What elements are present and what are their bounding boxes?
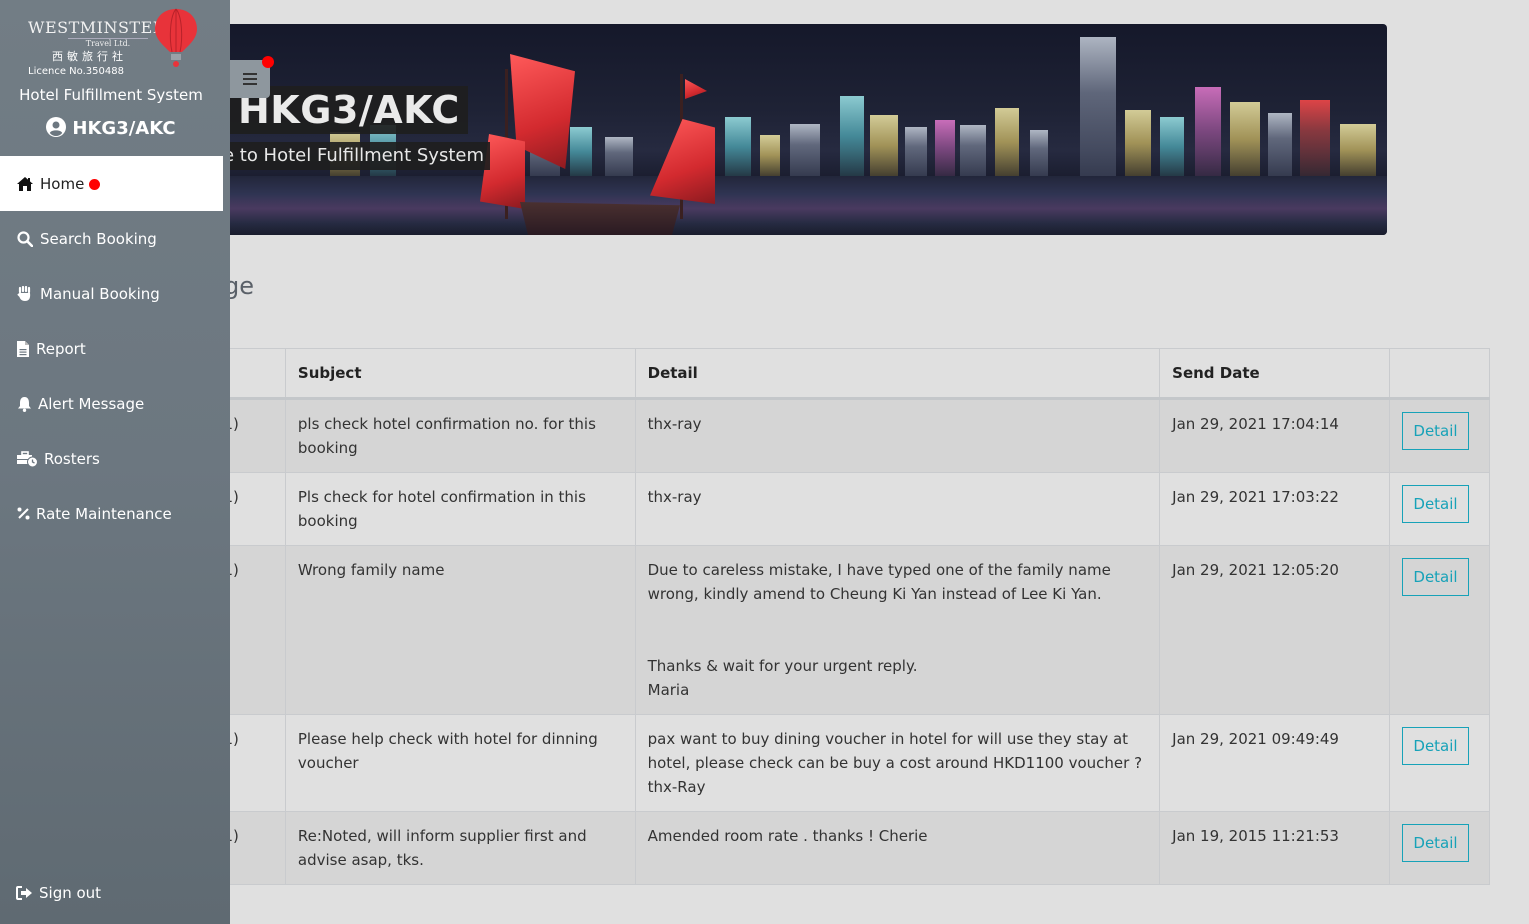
user-circle-icon xyxy=(46,117,67,137)
column-header-action xyxy=(1388,348,1491,400)
sidebar-item-search-booking[interactable]: Search Booking xyxy=(0,211,230,266)
detail-button[interactable]: Detail xyxy=(1401,558,1469,596)
sidebar-nav: Home Search Booking Manual Booking Repor… xyxy=(0,156,230,541)
cell-action: Detail xyxy=(1388,398,1491,473)
sign-out-icon xyxy=(16,886,33,900)
sign-out-label: Sign out xyxy=(39,884,102,902)
sidebar: WESTMINSTER Travel Ltd. 西敏旅行社 Licence No… xyxy=(0,0,230,924)
cell-detail: thx-ray xyxy=(634,472,1161,546)
cell-subject: Re:Noted, will inform supplier first and… xyxy=(284,811,636,885)
column-header-send-date: Send Date xyxy=(1159,348,1390,400)
cell-subject: Please help check with hotel for dinning… xyxy=(284,714,636,812)
sidebar-item-label: Rosters xyxy=(44,449,100,468)
system-name: Hotel Fulfillment System xyxy=(19,86,203,104)
cell-subject: Wrong family name xyxy=(284,545,636,715)
banner-subtitle: ome to Hotel Fulfillment System xyxy=(230,142,490,170)
cell-detail: pax want to buy dining voucher in hotel … xyxy=(634,714,1161,812)
cell-send-date: Jan 29, 2021 17:04:14 xyxy=(1159,398,1390,473)
table-row: 1) Wrong family name Due to careless mis… xyxy=(120,545,1491,715)
column-header-subject: Subject xyxy=(284,348,636,400)
cell-send-date: Jan 19, 2015 11:21:53 xyxy=(1159,811,1390,885)
table-row: 1) Please help check with hotel for dinn… xyxy=(120,714,1491,812)
cell-action: Detail xyxy=(1388,714,1491,812)
sidebar-item-label: Search Booking xyxy=(40,229,157,248)
search-icon xyxy=(16,230,34,248)
cell-detail: thx-ray xyxy=(634,398,1161,473)
cell-send-date: Jan 29, 2021 12:05:20 xyxy=(1159,545,1390,715)
percent-icon xyxy=(16,505,30,523)
sidebar-item-label: Report xyxy=(36,339,86,358)
cell-subject: Pls check for hotel confirmation in this… xyxy=(284,472,636,546)
cell-detail: Amended room rate . thanks ! Cherie xyxy=(634,811,1161,885)
sidebar-item-label: Alert Message xyxy=(38,394,145,413)
column-header-detail: Detail xyxy=(634,348,1161,400)
banner-water xyxy=(150,175,1387,235)
logo-subtitle: Travel Ltd. xyxy=(68,38,148,48)
table-row: 1) Pls check for hotel confirmation in t… xyxy=(120,472,1491,546)
cell-send-date: Jan 29, 2021 09:49:49 xyxy=(1159,714,1390,812)
sidebar-item-rate-maintenance[interactable]: Rate Maintenance xyxy=(0,486,230,541)
hamburger-icon xyxy=(243,70,257,89)
cell-action: Detail xyxy=(1388,545,1491,715)
logo-brand: WESTMINSTER xyxy=(28,18,166,37)
sidebar-item-manual-booking[interactable]: Manual Booking xyxy=(0,266,230,321)
cell-subject: pls check hotel confirmation no. for thi… xyxy=(284,398,636,473)
sidebar-item-report[interactable]: Report xyxy=(0,321,230,376)
detail-button[interactable]: Detail xyxy=(1401,824,1469,862)
home-icon xyxy=(16,175,34,193)
cell-detail: Due to careless mistake, I have typed on… xyxy=(634,545,1161,715)
sidebar-item-label: Manual Booking xyxy=(40,284,160,303)
cell-send-date: Jan 29, 2021 17:03:22 xyxy=(1159,472,1390,546)
sign-out-link[interactable]: Sign out xyxy=(16,884,101,902)
sidebar-item-home[interactable]: Home xyxy=(0,156,223,211)
bell-icon xyxy=(16,395,32,413)
alert-message-table: Subject Detail Send Date 1) pls check ho… xyxy=(120,348,1491,885)
sidebar-item-rosters[interactable]: Rosters xyxy=(0,431,230,486)
licence-number: Licence No.350488 xyxy=(28,66,124,77)
table-header-row: Subject Detail Send Date xyxy=(120,348,1491,400)
hot-air-balloon-icon xyxy=(155,8,197,67)
notification-dot xyxy=(262,56,274,68)
notification-dot xyxy=(89,179,101,190)
user-name: HKG3/AKC xyxy=(72,118,176,139)
logo-chinese-name: 西敏旅行社 xyxy=(52,50,127,63)
cell-action: Detail xyxy=(1388,811,1491,885)
detail-button[interactable]: Detail xyxy=(1401,485,1469,523)
detail-button[interactable]: Detail xyxy=(1401,412,1469,450)
briefcase-clock-icon xyxy=(16,450,38,468)
hand-icon xyxy=(16,285,34,303)
current-user: HKG3/AKC xyxy=(0,117,222,139)
sidebar-item-label: Home xyxy=(40,174,85,193)
sidebar-toggle-button[interactable] xyxy=(230,56,274,98)
table-row: 1) Re:Noted, will inform supplier first … xyxy=(120,811,1491,885)
table-row: 1) pls check hotel confirmation no. for … xyxy=(120,398,1491,473)
sidebar-item-alert-message[interactable]: Alert Message xyxy=(0,376,230,431)
sidebar-item-label: Rate Maintenance xyxy=(36,504,172,523)
detail-button[interactable]: Detail xyxy=(1401,727,1469,765)
cell-action: Detail xyxy=(1388,472,1491,546)
file-icon xyxy=(16,340,30,358)
